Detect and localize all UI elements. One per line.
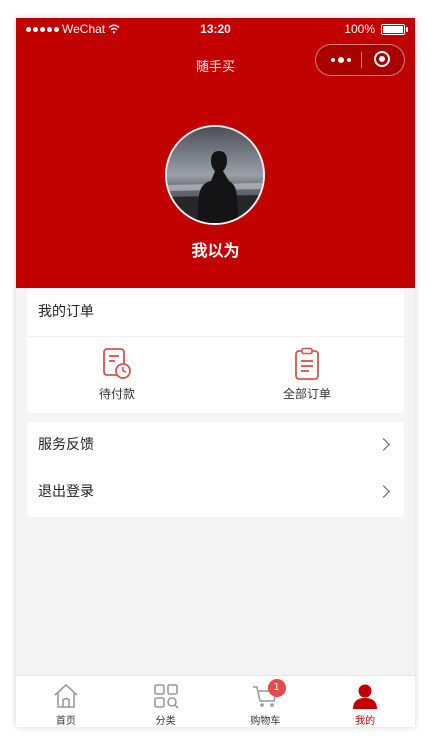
tab-cart-label: 购物车 (250, 716, 281, 727)
pending-payment-button[interactable]: 待付款 (57, 347, 177, 402)
tab-cart[interactable]: 1 购物车 (216, 676, 316, 727)
battery-status: 100% (344, 22, 408, 36)
logout-label: 退出登录 (38, 484, 94, 500)
tab-mine[interactable]: 我的 (315, 676, 415, 727)
chevron-right-icon (377, 485, 390, 498)
menu-card: 服务反馈 退出登录 (27, 422, 404, 517)
orders-card: 我的订单 待付款 全部订单 (27, 289, 404, 413)
orders-title[interactable]: 我的订单 (27, 289, 404, 337)
category-icon (153, 684, 179, 709)
tab-bar: 首页 分类 1 购物车 我的 (16, 675, 415, 727)
tab-category-label: 分类 (155, 716, 176, 727)
battery-percent: 100% (344, 22, 375, 36)
phone-screen: WeChat 13:20 100% 随手买 我以为 我的订单 待付款 全部订单 … (16, 18, 415, 727)
pending-payment-label: 待付款 (98, 387, 135, 401)
avatar[interactable] (165, 125, 265, 225)
tab-home-label: 首页 (55, 716, 76, 727)
logout-item[interactable]: 退出登录 (27, 469, 404, 516)
all-orders-label: 全部订单 (282, 387, 331, 401)
more-options-icon[interactable] (326, 54, 356, 66)
capsule-divider (361, 52, 362, 68)
all-orders-icon (295, 347, 319, 380)
username: 我以为 (191, 241, 240, 260)
service-feedback-item[interactable]: 服务反馈 (27, 422, 404, 469)
user-icon (353, 684, 378, 709)
battery-icon (381, 23, 408, 35)
avatar-photo (167, 127, 263, 223)
status-bar: WeChat 13:20 100% (16, 18, 415, 40)
all-orders-button[interactable]: 全部订单 (247, 347, 367, 402)
close-mini-program-icon[interactable] (374, 51, 390, 67)
tab-category[interactable]: 分类 (116, 676, 216, 727)
home-icon (54, 683, 78, 708)
pending-payment-icon (103, 348, 131, 379)
tab-home[interactable]: 首页 (16, 676, 116, 727)
tab-mine-label: 我的 (355, 716, 376, 727)
chevron-right-icon (377, 438, 390, 451)
cart-badge: 1 (267, 679, 286, 697)
service-feedback-label: 服务反馈 (38, 437, 94, 453)
mini-program-capsule (315, 44, 405, 76)
